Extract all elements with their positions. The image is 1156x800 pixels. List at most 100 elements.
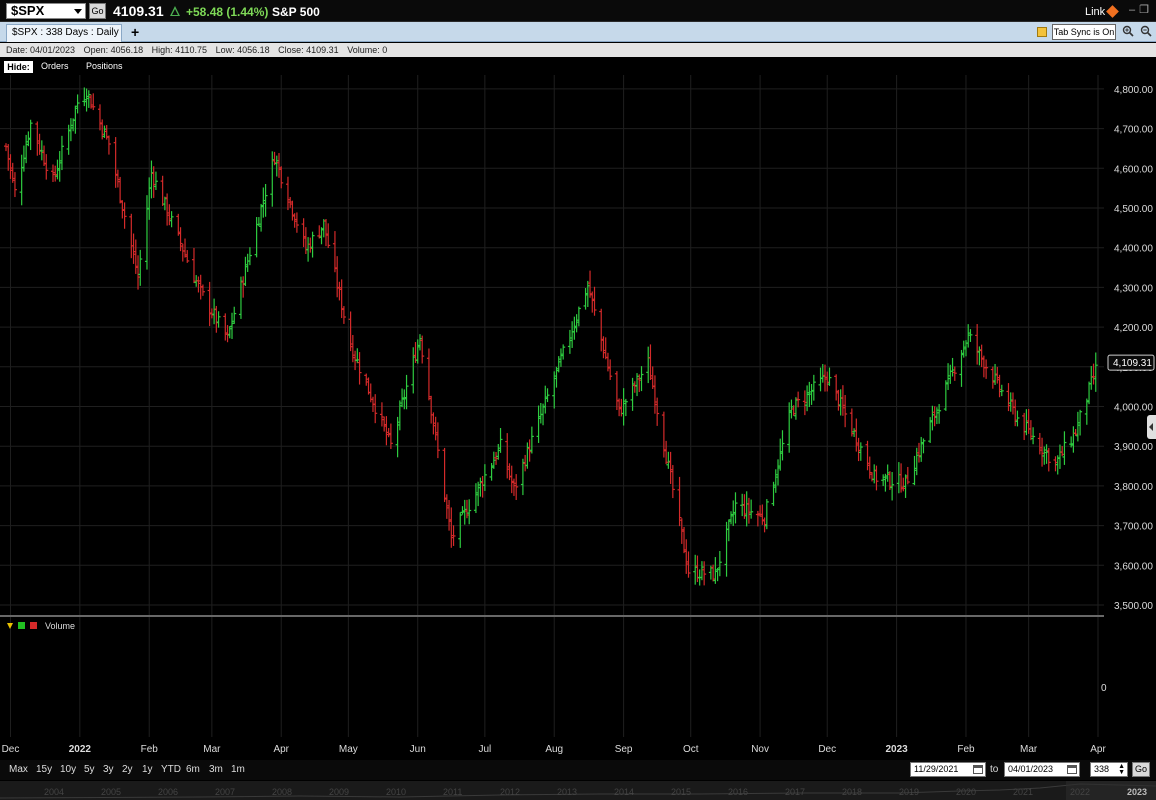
add-tab-button[interactable]: + bbox=[131, 24, 139, 40]
symbol-input[interactable]: $SPX bbox=[6, 3, 86, 19]
link-diamond-icon[interactable] bbox=[1106, 5, 1119, 18]
ohlc-bar-up bbox=[585, 280, 590, 307]
ohlc-bar-up bbox=[858, 442, 863, 461]
ohlc-bar-down bbox=[133, 239, 138, 274]
ohlc-bar-up bbox=[827, 367, 832, 386]
ohlc-bar-down bbox=[796, 391, 801, 408]
lock-icon[interactable] bbox=[1037, 27, 1047, 37]
range-button-3y[interactable]: 3y bbox=[103, 764, 114, 775]
hide-button[interactable]: Hide: bbox=[4, 61, 33, 73]
y-tick-label: 4,500.00 bbox=[1114, 204, 1153, 215]
ohlc-bar-up bbox=[1008, 392, 1013, 412]
ohlc-bar-up bbox=[75, 94, 80, 114]
ohlc-bar-up bbox=[1075, 411, 1080, 442]
ohlc-bar-up bbox=[66, 124, 71, 155]
minimize-icon[interactable]: – bbox=[1127, 5, 1137, 16]
ohlc-bar-down bbox=[388, 423, 393, 449]
range-button-10y[interactable]: 10y bbox=[60, 764, 76, 775]
timeline-navigator[interactable]: 2004 2005 2006 2007 2008 2009 2010 2011 2012 2013… bbox=[0, 781, 1156, 800]
ohlc-bar-down bbox=[160, 175, 165, 206]
days-stepper[interactable]: 338 ▲ ▼ bbox=[1090, 762, 1128, 777]
ohlc-bar-down bbox=[290, 200, 295, 221]
x-tick-label: 2023 bbox=[885, 744, 908, 755]
range-bar: Max 15y 10y 5y 3y 2y 1y YTD 6m 3m 1m 11/29/2021 to… bbox=[0, 760, 1156, 780]
range-button-6m[interactable]: 6m bbox=[186, 764, 200, 775]
zoom-out-icon[interactable] bbox=[1140, 25, 1152, 37]
navigator-year-label: 2006 bbox=[158, 787, 179, 797]
ohlc-bar-up bbox=[1093, 352, 1098, 392]
price-chart[interactable]: 3,500.00 3,600.00 3,700.00 3,800.00 3,900.00… bbox=[0, 75, 1156, 760]
ohlc-bar-down bbox=[386, 428, 391, 438]
x-tick-label: Sep bbox=[615, 744, 633, 755]
ohlc-bar-down bbox=[44, 154, 49, 180]
ohlc-bar-down bbox=[1028, 420, 1033, 441]
navigator-year-label: 2012 bbox=[500, 787, 521, 797]
calendar-icon[interactable] bbox=[1067, 765, 1077, 774]
y-tick-label: 4,700.00 bbox=[1114, 125, 1153, 136]
tab-sync-button[interactable]: Tab Sync is On bbox=[1052, 24, 1116, 40]
ohlc-bar-down bbox=[122, 202, 127, 229]
ohlc-bar-up bbox=[937, 404, 942, 424]
ohlc-bar-up bbox=[149, 160, 154, 199]
ohlc-bar-down bbox=[279, 166, 284, 189]
ohlc-bar-up bbox=[138, 249, 143, 286]
ohlc-bar-up bbox=[959, 349, 964, 387]
end-date-input[interactable]: 04/01/2023 bbox=[1004, 762, 1080, 777]
range-go-button[interactable]: Go bbox=[1132, 762, 1150, 777]
ohlc-bar-down bbox=[8, 154, 13, 179]
positions-toggle[interactable]: Positions bbox=[86, 61, 123, 71]
range-button-2y[interactable]: 2y bbox=[122, 764, 133, 775]
ohlc-bar-down bbox=[341, 306, 346, 324]
orders-toggle[interactable]: Orders bbox=[41, 61, 69, 71]
ohlc-bar-up bbox=[57, 151, 62, 182]
ohlc-info-bar: Date: 04/01/2023 Open: 4056.18 High: 411… bbox=[0, 43, 1156, 57]
tab-spx-daily[interactable]: $SPX : 338 Days : Daily bbox=[6, 24, 122, 42]
ohlc-bar-up bbox=[885, 464, 890, 482]
ohlc-bar-up bbox=[576, 306, 581, 327]
ohlc-bar-up bbox=[404, 374, 409, 410]
ohlc-bar-up bbox=[635, 373, 640, 397]
start-date-input[interactable]: 11/29/2021 bbox=[910, 762, 986, 777]
range-button-5y[interactable]: 5y bbox=[84, 764, 95, 775]
ohlc-bar-down bbox=[185, 250, 190, 263]
ohlc-bar-down bbox=[97, 104, 102, 131]
ohlc-bar-up bbox=[570, 321, 575, 348]
side-panel-toggle[interactable] bbox=[1147, 415, 1156, 439]
ohlc-bar-down bbox=[507, 463, 512, 481]
ohlc-bar-up bbox=[489, 462, 494, 481]
calendar-icon[interactable] bbox=[973, 765, 983, 774]
ohlc-bar-down bbox=[867, 456, 872, 479]
ohlc-bar-down bbox=[523, 454, 528, 472]
range-button-1m[interactable]: 1m bbox=[231, 764, 245, 775]
y-tick-label: 4,800.00 bbox=[1114, 85, 1153, 96]
ohlc-bar-down bbox=[350, 335, 355, 363]
ohlc-bar-down bbox=[337, 281, 342, 301]
ohlc-bar-down bbox=[1013, 399, 1018, 427]
ohlc-bar-up bbox=[693, 554, 698, 585]
range-button-ytd[interactable]: YTD bbox=[161, 764, 181, 775]
ohlc-bar-up bbox=[968, 329, 973, 342]
stepper-arrows-icon[interactable]: ▲ ▼ bbox=[1118, 763, 1125, 776]
ohlc-bar-up bbox=[852, 428, 857, 437]
ohlc-bar-down bbox=[1053, 456, 1058, 472]
ohlc-bar-down bbox=[429, 395, 434, 424]
ohlc-bar-up bbox=[574, 314, 579, 333]
range-button-3m[interactable]: 3m bbox=[209, 764, 223, 775]
range-button-1y[interactable]: 1y bbox=[142, 764, 153, 775]
ohlc-bar-down bbox=[12, 172, 17, 198]
range-button-15y[interactable]: 15y bbox=[36, 764, 52, 775]
ohlc-bar-up bbox=[355, 348, 360, 364]
ohlc-bar-down bbox=[1037, 432, 1042, 455]
ohlc-bar-down bbox=[677, 476, 682, 527]
ohlc-bar-down bbox=[1073, 429, 1078, 436]
restore-icon[interactable]: ❐ bbox=[1139, 5, 1149, 16]
x-tick-label: Dec bbox=[818, 744, 836, 755]
ohlc-bar-down bbox=[494, 451, 499, 465]
zoom-in-icon[interactable] bbox=[1122, 25, 1134, 37]
symbol-go-button[interactable]: Go bbox=[89, 3, 106, 19]
collapse-triangle-icon[interactable] bbox=[7, 623, 13, 629]
chevron-down-icon[interactable] bbox=[74, 9, 82, 14]
range-button-max[interactable]: Max bbox=[9, 764, 28, 775]
navigator-year-label: 2017 bbox=[785, 787, 806, 797]
link-button[interactable]: Link bbox=[1085, 6, 1105, 18]
